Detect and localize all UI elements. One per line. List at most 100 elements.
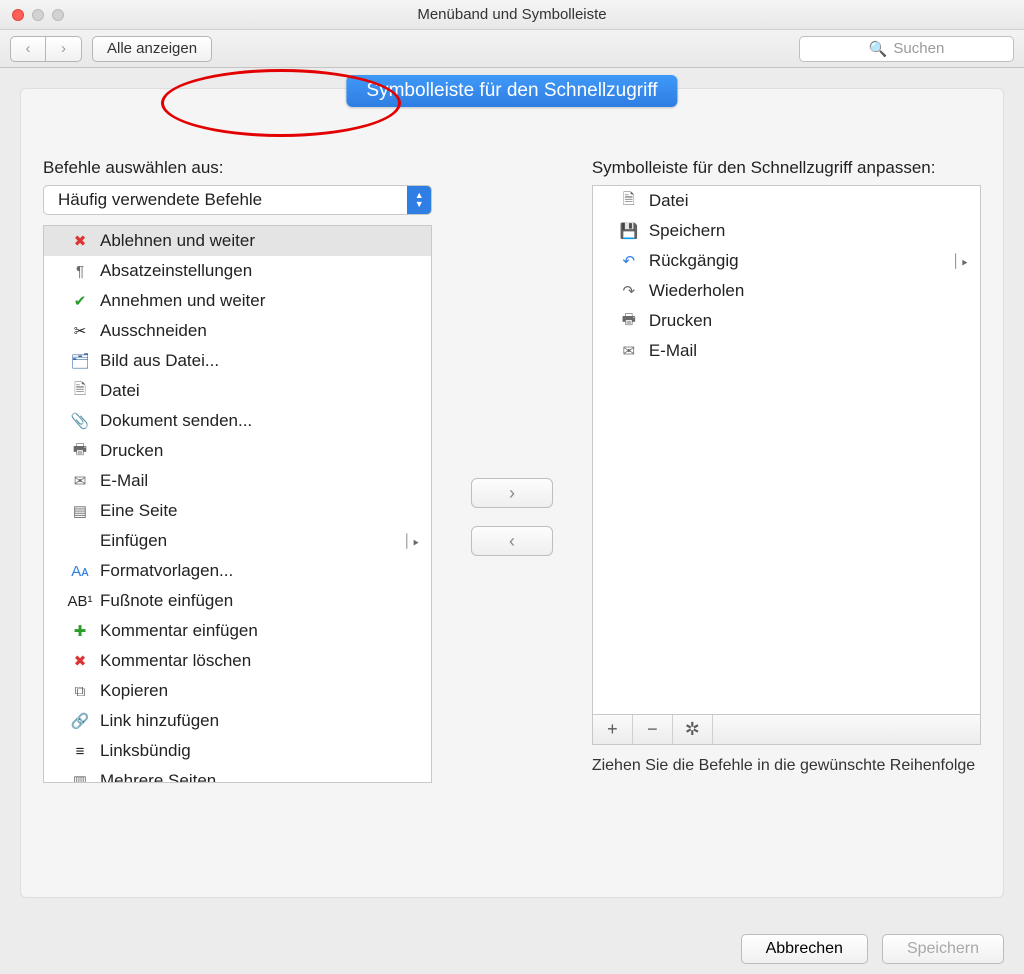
align-left-icon: ≡ xyxy=(70,741,90,761)
transfer-buttons: › ‹ xyxy=(432,157,592,877)
forward-button[interactable]: › xyxy=(46,36,82,62)
list-item[interactable]: Einfügen ⏐▸ xyxy=(44,526,431,556)
list-item[interactable]: ✖ Kommentar löschen xyxy=(44,646,431,676)
reorder-hint: Ziehen Sie die Befehle in die gewünschte… xyxy=(592,755,981,777)
list-item-label: Kommentar einfügen xyxy=(100,621,258,641)
list-item[interactable]: AB¹Fußnote einfügen xyxy=(44,586,431,616)
select-value: Häufig verwendete Befehle xyxy=(58,190,262,210)
image-file-icon: 🗂 xyxy=(70,351,90,371)
paragraph-icon: ¶ xyxy=(70,261,90,281)
print-icon: 🖶 xyxy=(619,311,639,331)
list-item[interactable]: 🔗Link hinzufügen xyxy=(44,706,431,736)
list-item-label: Rückgängig xyxy=(649,251,739,271)
add-command-button[interactable]: › xyxy=(471,478,553,508)
list-item[interactable]: 🗎 Datei xyxy=(593,186,980,216)
current-toolbar-pane: Symbolleiste für den Schnellzugriff anpa… xyxy=(592,157,981,877)
list-item[interactable]: ↷ Wiederholen xyxy=(593,276,980,306)
print-icon: 🖶 xyxy=(70,441,90,461)
list-item[interactable]: 🖶 Drucken xyxy=(44,436,431,466)
list-item[interactable]: ⧉ Kopieren xyxy=(44,676,431,706)
list-item-label: Wiederholen xyxy=(649,281,744,301)
list-item[interactable]: Aᴀ Formatvorlagen... xyxy=(44,556,431,586)
nav-segmented: ‹ › xyxy=(10,36,82,62)
current-toolbar-list[interactable]: 🗎 Datei 💾 Speichern ↶ Rückgängig ⏐▸ ↷ Wiederhole… xyxy=(592,185,981,715)
dialog-footer: Abbrechen Speichern xyxy=(741,934,1004,964)
list-item-label: Formatvorlagen... xyxy=(100,561,233,581)
list-item-label: Mehrere Seiten xyxy=(100,771,216,783)
redo-icon: ↷ xyxy=(619,281,639,301)
list-item[interactable]: ✖Ablehnen und weiter xyxy=(44,226,431,256)
submenu-indicator-icon: ⏐▸ xyxy=(403,533,421,550)
cancel-button[interactable]: Abbrechen xyxy=(741,934,868,964)
save-button[interactable]: Speichern xyxy=(882,934,1004,964)
list-item[interactable]: 🖶 Drucken xyxy=(593,306,980,336)
list-item[interactable]: ✚ Kommentar einfügen xyxy=(44,616,431,646)
list-item[interactable]: ≡ Linksbündig xyxy=(44,736,431,766)
remove-command-button[interactable]: ‹ xyxy=(471,526,553,556)
list-item-label: Annehmen und weiter xyxy=(100,291,265,311)
list-item[interactable]: ✉ E-Mail xyxy=(44,466,431,496)
list-item-label: Datei xyxy=(100,381,140,401)
back-button[interactable]: ‹ xyxy=(10,36,46,62)
multi-page-icon: ▥ xyxy=(70,771,90,783)
attachment-icon: 📎 xyxy=(70,411,90,431)
list-action-bar: + − ✲ xyxy=(592,715,981,745)
email-icon: ✉ xyxy=(70,471,90,491)
list-item[interactable]: ✂Ausschneiden xyxy=(44,316,431,346)
email-icon: ✉ xyxy=(619,341,639,361)
footnote-icon: AB¹ xyxy=(70,591,90,611)
comment-add-icon: ✚ xyxy=(70,621,90,641)
preferences-panel: Symbolleiste für den Schnellzugriff Befe… xyxy=(20,88,1004,898)
link-icon: 🔗 xyxy=(70,711,90,731)
list-item[interactable]: 💾 Speichern xyxy=(593,216,980,246)
tab-quick-access-toolbar[interactable]: Symbolleiste für den Schnellzugriff xyxy=(346,75,677,107)
list-item[interactable]: ✉ E-Mail xyxy=(593,336,980,366)
list-item[interactable]: ▥ Mehrere Seiten xyxy=(44,766,431,783)
list-item[interactable]: ↶ Rückgängig ⏐▸ xyxy=(593,246,980,276)
list-item[interactable]: 🗎 Datei xyxy=(44,376,431,406)
content: Symbolleiste für den Schnellzugriff Befe… xyxy=(0,68,1024,974)
available-commands-list[interactable]: ✖Ablehnen und weiter ¶ Absatzeinstellungen… xyxy=(43,225,432,783)
list-item-label: Drucken xyxy=(649,311,712,331)
list-item-label: Drucken xyxy=(100,441,163,461)
list-item-label: Einfügen xyxy=(100,531,167,551)
list-item-label: Ausschneiden xyxy=(100,321,207,341)
list-item-label: E-Mail xyxy=(649,341,697,361)
one-page-icon: ▤ xyxy=(70,501,90,521)
list-item-label: Bild aus Datei... xyxy=(100,351,219,371)
file-icon: 🗎 xyxy=(619,191,639,211)
search-placeholder: Suchen xyxy=(893,40,944,57)
customize-label: Symbolleiste für den Schnellzugriff anpa… xyxy=(592,157,981,179)
save-icon: 💾 xyxy=(619,221,639,241)
show-all-button[interactable]: Alle anzeigen xyxy=(92,36,212,62)
list-item[interactable]: ✔ Annehmen und weiter xyxy=(44,286,431,316)
submenu-indicator-icon: ⏐▸ xyxy=(952,253,970,270)
list-item[interactable]: 🗂 Bild aus Datei... xyxy=(44,346,431,376)
list-item-label: E-Mail xyxy=(100,471,148,491)
list-item[interactable]: 📎 Dokument senden... xyxy=(44,406,431,436)
list-item[interactable]: ▤ Eine Seite xyxy=(44,496,431,526)
styles-icon: Aᴀ xyxy=(70,561,90,581)
list-item[interactable]: ¶ Absatzeinstellungen xyxy=(44,256,431,286)
list-item-label: Kommentar löschen xyxy=(100,651,251,671)
undo-icon: ↶ xyxy=(619,251,639,271)
list-item-label: Eine Seite xyxy=(100,501,178,521)
list-item-label: Dokument senden... xyxy=(100,411,252,431)
list-item-label: Linksbündig xyxy=(100,741,191,761)
available-commands-pane: Befehle auswählen aus: Häufig verwendete… xyxy=(43,157,432,877)
add-item-button[interactable]: + xyxy=(593,715,633,744)
list-item-label: Speichern xyxy=(649,221,726,241)
copy-icon: ⧉ xyxy=(70,681,90,701)
search-icon: 🔍 xyxy=(869,40,888,58)
comment-delete-icon: ✖ xyxy=(70,651,90,671)
settings-button[interactable]: ✲ xyxy=(673,715,713,744)
reject-icon: ✖ xyxy=(70,231,90,251)
list-item-label: Absatzeinstellungen xyxy=(100,261,252,281)
command-category-select[interactable]: Häufig verwendete Befehle ▲▼ xyxy=(43,185,432,215)
list-item-label: Datei xyxy=(649,191,689,211)
list-item-label: Kopieren xyxy=(100,681,168,701)
accept-icon: ✔ xyxy=(70,291,90,311)
file-icon: 🗎 xyxy=(70,381,90,401)
remove-item-button[interactable]: − xyxy=(633,715,673,744)
search-field[interactable]: 🔍 Suchen xyxy=(799,36,1014,62)
